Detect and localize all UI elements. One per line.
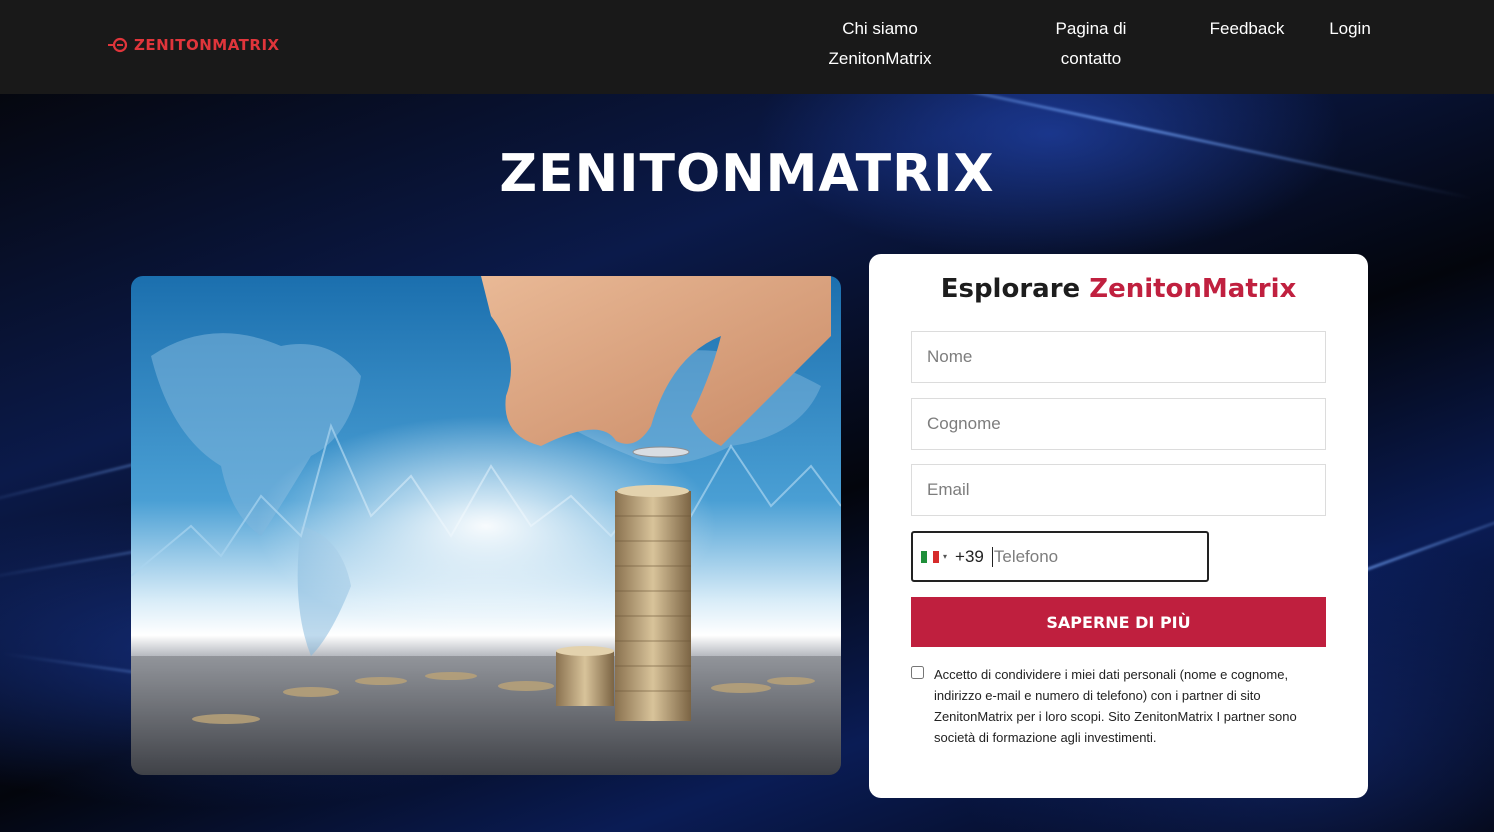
phone-field[interactable]: ▾ +39 <box>911 531 1209 582</box>
nav-label: contatto <box>1060 49 1122 68</box>
phone-input[interactable] <box>991 546 1182 567</box>
nav-link-login[interactable]: Login <box>1318 14 1382 44</box>
form-title-plain: Esplorare <box>940 274 1081 304</box>
last-name-input[interactable] <box>911 398 1326 450</box>
phone-dial-code: +39 <box>955 546 984 566</box>
logo-mark-icon <box>108 37 128 53</box>
nav-label: Feedback <box>1209 19 1285 38</box>
nav-label: ZenitonMatrix <box>828 49 932 68</box>
coins-stack-image <box>131 276 841 775</box>
nav-label: Chi siamo <box>842 19 918 38</box>
first-name-input[interactable] <box>911 331 1326 383</box>
nav-label: Pagina di <box>1055 19 1127 38</box>
hero-section: ZENITONMATRIX Esplorare ZenitonMatrix No… <box>0 94 1494 832</box>
consent-row: Accetto di condividere i miei dati perso… <box>911 664 1331 748</box>
signup-form-card: Esplorare ZenitonMatrix ▾ +39 SAPERNE DI… <box>869 254 1368 798</box>
chevron-down-icon[interactable]: ▾ <box>943 552 947 561</box>
submit-button[interactable]: SAPERNE DI PIÙ <box>911 597 1326 647</box>
hero-title: ZENITONMATRIX <box>499 144 995 204</box>
nav-link-contatto[interactable]: Pagina di contatto <box>1030 14 1152 74</box>
email-input[interactable] <box>911 464 1326 516</box>
top-header: ZENITONMATRIX Chi siamo ZenitonMatrix Pa… <box>0 0 1494 94</box>
italy-flag-icon[interactable] <box>921 550 939 563</box>
nav-link-chi-siamo[interactable]: Chi siamo ZenitonMatrix <box>810 14 950 74</box>
logo-text: ZENITONMATRIX <box>134 36 280 54</box>
consent-checkbox[interactable] <box>911 666 924 679</box>
form-title: Esplorare ZenitonMatrix <box>869 274 1368 304</box>
form-title-accent: ZenitonMatrix <box>1089 274 1297 304</box>
nav-label: Login <box>1329 19 1371 38</box>
nav-link-feedback[interactable]: Feedback <box>1196 14 1298 44</box>
consent-text: Accetto di condividere i miei dati perso… <box>934 667 1297 745</box>
brand-logo[interactable]: ZENITONMATRIX <box>108 35 280 55</box>
